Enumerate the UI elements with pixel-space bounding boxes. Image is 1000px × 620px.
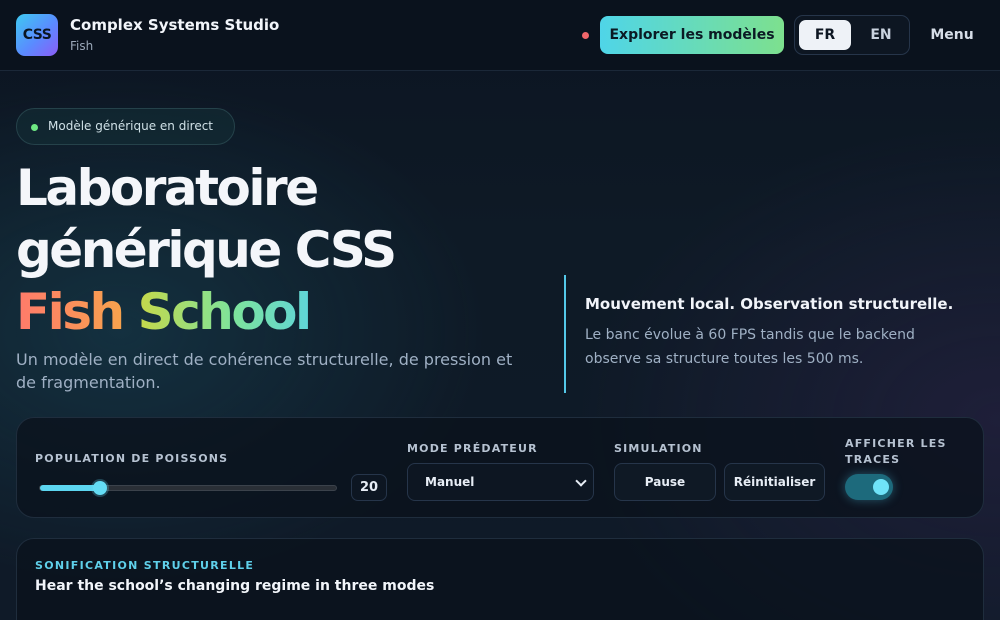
side-note-title: Mouvement local. Observation structurell… [585,295,954,313]
title-line-2: générique CSS [16,221,397,279]
toggle-knob [873,479,889,495]
explore-models-button[interactable]: Explorer les modèles [600,16,784,54]
sonification-title: Hear the school’s changing regime in thr… [35,578,435,594]
traces-label-line-2: TRACES [845,453,901,466]
controls-panel: POPULATION DE POISSONS 20 MODE PRÉDATEUR… [16,417,984,518]
predator-mode-value: Manuel [425,475,475,489]
status-dot-icon [582,32,589,39]
language-switcher: FR EN [794,15,910,55]
title-line-1: Laboratoire [16,159,319,217]
traces-toggle[interactable] [845,474,893,500]
title-word-school: School [137,283,313,341]
title-word-fish: Fish [16,283,125,341]
title-line-3: Fish School [16,281,576,343]
side-note: Mouvement local. Observation structurell… [564,275,964,393]
simulation-label: SIMULATION [614,442,703,455]
lang-en-button[interactable]: EN [857,20,905,50]
population-value: 20 [351,474,387,501]
side-note-text: Le banc évolue à 60 FPS tandis que le ba… [585,327,915,367]
live-model-badge: Modèle générique en direct [16,108,235,145]
population-label: POPULATION DE POISSONS [35,452,229,465]
predator-mode-label: MODE PRÉDATEUR [407,442,538,455]
menu-button[interactable]: Menu [924,24,980,46]
top-bar: CSS Complex Systems Studio Fish Explorer… [0,0,1000,71]
brand-subtitle: Fish [70,39,94,53]
slider-fill [40,485,100,491]
reset-button[interactable]: Réinitialiser [724,463,825,501]
brand-title: Complex Systems Studio [70,16,280,34]
brand-logo[interactable]: CSS [16,14,58,56]
slider-thumb[interactable] [92,481,107,495]
sonification-kicker: SONIFICATION STRUCTURELLE [35,559,255,572]
sonification-card: SONIFICATION STRUCTURELLE Hear the schoo… [16,538,984,620]
hero-description: Un modèle en direct de cohérence structu… [16,350,513,392]
lang-fr-button[interactable]: FR [799,20,851,50]
page-title: Laboratoire générique CSS Fish School [16,157,576,343]
pause-button[interactable]: Pause [614,463,716,501]
live-badge-label: Modèle générique en direct [48,119,214,133]
chevron-down-icon [575,475,587,487]
traces-label-line-1: AFFICHER LES [845,437,947,450]
predator-mode-select[interactable]: Manuel [407,463,594,501]
live-dot-icon [31,124,38,131]
population-slider[interactable] [39,481,337,495]
